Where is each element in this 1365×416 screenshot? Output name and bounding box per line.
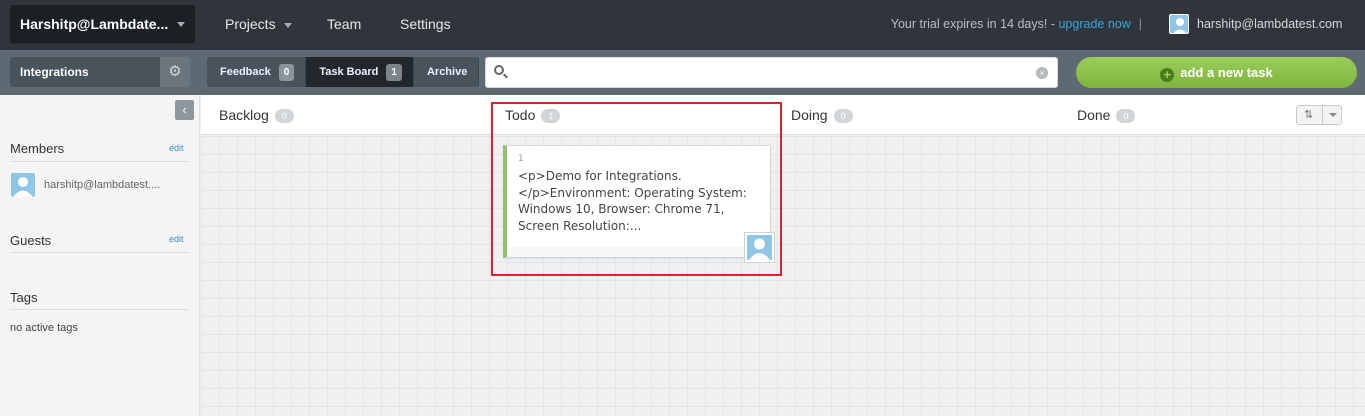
search-icon [494, 65, 504, 75]
column-doing-header[interactable]: Doing 0 [791, 95, 853, 135]
members-title: Members [10, 141, 65, 156]
user-email[interactable]: harshitp@lambdatest.com [1197, 0, 1342, 48]
no-tags-text: no active tags [10, 322, 78, 334]
sidebar: ‹ Members edit harshitp@lambdatest.... G… [0, 95, 200, 416]
user-avatar-icon[interactable] [1169, 14, 1189, 34]
nav-team[interactable]: Team [327, 0, 361, 50]
view-tabs: Feedback 0 Task Board 1 Archive [207, 57, 480, 87]
highlight-box [491, 102, 782, 276]
tab-feedback-count: 0 [278, 63, 295, 81]
upgrade-link[interactable]: upgrade now [1058, 17, 1130, 31]
nav-projects[interactable]: Projects [225, 0, 292, 50]
column-done-header[interactable]: Done 0 [1077, 95, 1136, 135]
project-name: Integrations [20, 65, 89, 79]
nav-settings-label: Settings [400, 16, 451, 32]
sort-button[interactable]: ⇅ [1296, 105, 1342, 125]
chevron-down-icon [177, 22, 185, 27]
account-label: Harshitp@Lambdate... [20, 16, 169, 32]
gear-icon[interactable]: ⚙ [160, 57, 190, 87]
divider [10, 161, 189, 162]
chevron-down-icon [283, 22, 292, 28]
separator: | [1138, 17, 1142, 31]
tags-title: Tags [10, 290, 38, 305]
nav-projects-label: Projects [225, 16, 276, 32]
nav-settings[interactable]: Settings [400, 0, 451, 50]
top-navigation: Harshitp@Lambdate... Projects Team Setti… [0, 0, 1365, 50]
tab-feedback[interactable]: Feedback 0 [207, 57, 307, 87]
sort-icon: ⇅ [1304, 109, 1314, 121]
plus-icon: + [1160, 68, 1175, 82]
column-count: 0 [274, 109, 294, 123]
chevron-down-icon[interactable] [1322, 106, 1342, 124]
column-name: Backlog [219, 107, 269, 123]
trial-text: Your trial expires in 14 days! - [890, 17, 1059, 31]
member-name[interactable]: harshitp@lambdatest.... [44, 179, 160, 191]
members-edit-link[interactable]: edit [169, 143, 184, 153]
nav-team-label: Team [327, 16, 362, 32]
column-backlog-header[interactable]: Backlog 0 [219, 95, 294, 135]
divider [10, 309, 189, 310]
clear-search-icon[interactable]: × [1036, 67, 1048, 79]
tab-feedback-label: Feedback [220, 66, 271, 78]
guests-edit-link[interactable]: edit [169, 234, 184, 244]
add-task-button[interactable]: + add a new task [1076, 57, 1357, 88]
tab-task-board-label: Task Board [319, 66, 379, 78]
project-selector[interactable]: Integrations ⚙ [10, 57, 190, 87]
column-name: Done [1077, 107, 1111, 123]
project-toolbar: Integrations ⚙ Feedback 0 Task Board 1 A… [0, 50, 1365, 95]
member-avatar-icon[interactable] [11, 173, 35, 197]
tab-task-board-count: 1 [386, 63, 402, 81]
collapse-sidebar-icon[interactable]: ‹ [175, 100, 194, 120]
account-menu-button[interactable]: Harshitp@Lambdate... [10, 5, 195, 44]
column-name: Doing [791, 107, 828, 123]
search-input[interactable] [512, 62, 1032, 84]
guests-title: Guests [10, 233, 52, 248]
task-board [201, 136, 1365, 416]
board-header: Backlog 0 Todo 1 Doing 0 Done 0 [201, 95, 1365, 135]
tab-archive-label: Archive [426, 66, 468, 78]
tab-archive[interactable]: Archive [413, 57, 480, 87]
add-task-label: add a new task [1180, 65, 1273, 80]
trial-notice: Your trial expires in 14 days! - upgrade… [891, 0, 1150, 48]
search-box: × [485, 57, 1058, 88]
divider [10, 252, 189, 253]
tab-task-board[interactable]: Task Board 1 [306, 57, 414, 87]
column-count: 0 [1116, 109, 1136, 123]
column-count: 0 [833, 109, 853, 123]
